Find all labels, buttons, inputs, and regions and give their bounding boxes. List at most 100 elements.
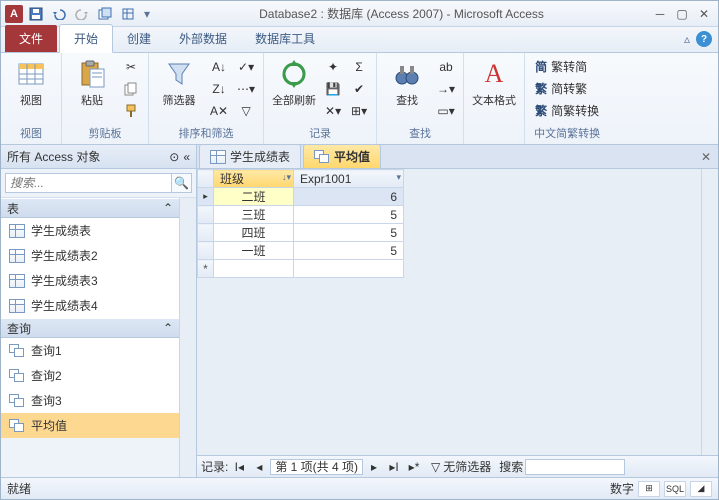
- sort-indicator-icon: ↓▾: [282, 172, 291, 183]
- new-record-nav-icon[interactable]: ▸*: [405, 459, 423, 475]
- row-header[interactable]: [198, 224, 214, 242]
- cell[interactable]: 5: [294, 242, 404, 260]
- tables-category-header[interactable]: 表⌃: [1, 198, 179, 218]
- doc-tab-table[interactable]: 学生成绩表: [199, 144, 301, 168]
- qat-btn-5[interactable]: [118, 4, 138, 24]
- datasheet-view-btn[interactable]: ⊞: [638, 481, 660, 497]
- close-icon[interactable]: ✕: [694, 6, 714, 22]
- record-search-input[interactable]: [525, 459, 625, 475]
- ribbon-minimize-icon[interactable]: ▵: [684, 32, 690, 46]
- new-record-row[interactable]: [198, 260, 404, 278]
- cell[interactable]: 5: [294, 206, 404, 224]
- cell[interactable]: 6: [294, 188, 404, 206]
- first-record-icon[interactable]: I◂: [230, 459, 248, 475]
- maximize-icon[interactable]: ▢: [672, 6, 692, 22]
- tab-create[interactable]: 创建: [113, 25, 165, 52]
- search-icon[interactable]: 🔍: [172, 173, 192, 193]
- doc-close-icon[interactable]: ✕: [698, 149, 714, 165]
- row-header[interactable]: [198, 206, 214, 224]
- cut-icon[interactable]: ✂: [120, 57, 142, 77]
- funnel-icon: [163, 58, 195, 90]
- cell[interactable]: 四班: [214, 224, 294, 242]
- format-painter-icon[interactable]: [120, 101, 142, 121]
- tab-file[interactable]: 文件: [5, 25, 57, 52]
- cell[interactable]: 5: [294, 224, 404, 242]
- advanced-filter-icon[interactable]: ⋯▾: [235, 79, 257, 99]
- text-format-button[interactable]: A 文本格式: [470, 55, 518, 111]
- select-all-corner[interactable]: [198, 170, 214, 188]
- queries-category-header[interactable]: 查询⌃: [1, 318, 179, 338]
- nav-header[interactable]: 所有 Access 对象 ⊙«: [1, 145, 196, 169]
- nav-query-item[interactable]: 查询3: [1, 388, 179, 413]
- table-row[interactable]: 一班5: [198, 242, 404, 260]
- find-button[interactable]: 查找: [383, 55, 431, 111]
- app-icon[interactable]: A: [5, 5, 23, 23]
- cell[interactable]: 一班: [214, 242, 294, 260]
- nav-collapse-icon[interactable]: «: [183, 150, 190, 164]
- clear-sort-icon[interactable]: A✕: [207, 101, 231, 121]
- cell[interactable]: 三班: [214, 206, 294, 224]
- copy-icon[interactable]: [120, 79, 142, 99]
- selection-filter-icon[interactable]: ✓▾: [235, 57, 257, 77]
- group-view: 视图 视图: [1, 53, 62, 144]
- nav-query-item[interactable]: 平均值: [1, 413, 179, 438]
- nav-query-item[interactable]: 查询1: [1, 338, 179, 363]
- spelling-icon[interactable]: ✔: [348, 79, 370, 99]
- new-record-icon[interactable]: ✦: [322, 57, 344, 77]
- qat-btn-4[interactable]: [95, 4, 115, 24]
- tab-external[interactable]: 外部数据: [165, 25, 241, 52]
- nav-table-item[interactable]: 学生成绩表3: [1, 268, 179, 293]
- table-row[interactable]: 四班5: [198, 224, 404, 242]
- search-input[interactable]: [5, 173, 172, 193]
- nav-dropdown-icon[interactable]: ⊙: [169, 150, 179, 164]
- tab-home[interactable]: 开始: [59, 24, 113, 53]
- redo-icon[interactable]: [72, 4, 92, 24]
- document-area: 学生成绩表 平均值 ✕ 班级↓▾ Expr1001▾ 二班6三班5四班5一班5: [197, 145, 718, 477]
- delete-record-icon[interactable]: ✕▾: [322, 101, 344, 121]
- table-row[interactable]: 二班6: [198, 188, 404, 206]
- row-header[interactable]: [198, 188, 214, 206]
- view-button[interactable]: 视图: [7, 55, 55, 111]
- prev-record-icon[interactable]: ◂: [250, 459, 268, 475]
- sort-asc-icon[interactable]: A↓: [207, 57, 231, 77]
- chinese-convert-button[interactable]: 繁简繁转换: [531, 101, 603, 120]
- undo-icon[interactable]: [49, 4, 69, 24]
- design-view-btn[interactable]: ◢: [690, 481, 712, 497]
- column-header-class[interactable]: 班级↓▾: [214, 170, 294, 188]
- save-record-icon[interactable]: 💾: [322, 79, 344, 99]
- filter-button[interactable]: 筛选器: [155, 55, 203, 111]
- toggle-filter-icon[interactable]: ▽: [235, 101, 257, 121]
- nav-scrollbar[interactable]: [179, 198, 196, 477]
- select-icon[interactable]: ▭▾: [435, 101, 457, 121]
- simp-to-trad-button[interactable]: 繁简转繁: [531, 79, 603, 98]
- qat-customize-icon[interactable]: ▾: [141, 4, 153, 24]
- paste-button[interactable]: 粘贴: [68, 55, 116, 111]
- refresh-all-button[interactable]: 全部刷新: [270, 55, 318, 111]
- minimize-icon[interactable]: ─: [650, 6, 670, 22]
- save-icon[interactable]: [26, 4, 46, 24]
- nav-table-item[interactable]: 学生成绩表2: [1, 243, 179, 268]
- sort-desc-icon[interactable]: Z↓: [207, 79, 231, 99]
- cell[interactable]: 二班: [214, 188, 294, 206]
- grid-scrollbar[interactable]: [701, 169, 718, 455]
- sql-view-btn[interactable]: SQL: [664, 481, 686, 497]
- nav-table-item[interactable]: 学生成绩表: [1, 218, 179, 243]
- tab-dbtools[interactable]: 数据库工具: [241, 25, 329, 52]
- data-grid[interactable]: 班级↓▾ Expr1001▾ 二班6三班5四班5一班5: [197, 169, 404, 278]
- table-row[interactable]: 三班5: [198, 206, 404, 224]
- row-header[interactable]: [198, 242, 214, 260]
- next-record-icon[interactable]: ▸: [365, 459, 383, 475]
- doc-tab-query[interactable]: 平均值: [303, 144, 381, 168]
- record-position[interactable]: 第 1 项(共 4 项): [270, 459, 363, 475]
- totals-icon[interactable]: Σ: [348, 57, 370, 77]
- last-record-icon[interactable]: ▸I: [385, 459, 403, 475]
- replace-icon[interactable]: ab: [435, 57, 457, 77]
- trad-to-simp-button[interactable]: 简繁转简: [531, 57, 603, 76]
- query-icon: [314, 150, 330, 164]
- column-header-expr[interactable]: Expr1001▾: [294, 170, 404, 188]
- goto-icon[interactable]: →▾: [435, 79, 457, 99]
- nav-query-item[interactable]: 查询2: [1, 363, 179, 388]
- nav-table-item[interactable]: 学生成绩表4: [1, 293, 179, 318]
- more-records-icon[interactable]: ⊞▾: [348, 101, 370, 121]
- help-icon[interactable]: ?: [696, 31, 712, 47]
